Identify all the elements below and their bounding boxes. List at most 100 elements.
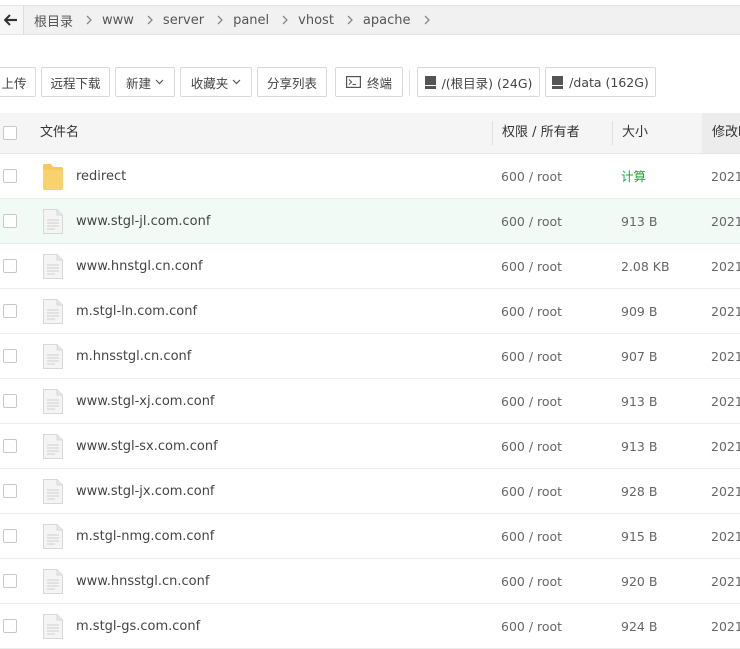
breadcrumb-item[interactable]: apache <box>353 13 430 28</box>
file-permission[interactable]: 600 / root <box>501 379 562 424</box>
terminal-button[interactable]: 终端 <box>335 67 403 97</box>
table-row[interactable]: m.stgl-nmg.com.conf 600 / root 915 B 2021, <box>0 514 740 559</box>
breadcrumb-item[interactable]: server <box>153 13 223 28</box>
terminal-icon <box>345 76 361 88</box>
disk-root-button[interactable]: /(根目录) (24G) <box>417 67 540 97</box>
breadcrumb-item[interactable]: 根目录 <box>24 11 92 30</box>
file-permission[interactable]: 600 / root <box>501 469 562 514</box>
folder-icon <box>43 164 63 194</box>
row-checkbox[interactable] <box>3 259 17 273</box>
file-permission[interactable]: 600 / root <box>501 604 562 649</box>
file-size: 913 B <box>621 394 658 409</box>
table-row[interactable]: www.hnstgl.cn.conf 600 / root 2.08 KB 2021, <box>0 244 740 289</box>
column-header-perm[interactable]: 权限 / 所有者 <box>502 113 580 153</box>
file-name[interactable]: www.hnstgl.cn.conf <box>76 244 203 289</box>
file-icon <box>43 434 63 463</box>
file-modified: 2021, <box>711 214 740 229</box>
file-icon <box>43 389 63 418</box>
file-permission[interactable]: 600 / root <box>501 514 562 559</box>
table-row[interactable]: m.stgl-ln.com.conf 600 / root 909 B 2021, <box>0 289 740 334</box>
column-divider <box>612 121 613 145</box>
file-name[interactable]: m.stgl-gs.com.conf <box>76 604 200 649</box>
row-checkbox[interactable] <box>3 484 17 498</box>
file-modified: 2021, <box>711 394 740 409</box>
file-name[interactable]: www.stgl-xj.com.conf <box>76 379 215 424</box>
table-row[interactable]: www.stgl-jx.com.conf 600 / root 928 B 2021, <box>0 469 740 514</box>
remote-download-button[interactable]: 远程下载 <box>41 67 110 97</box>
file-size: 913 B <box>621 214 658 229</box>
column-header-size[interactable]: 大小 <box>622 113 648 153</box>
file-icon <box>43 479 63 508</box>
upload-button[interactable]: 上传 <box>0 67 36 97</box>
favorites-button[interactable]: 收藏夹 <box>180 67 252 97</box>
disk-icon <box>552 75 564 89</box>
row-checkbox[interactable] <box>3 529 17 543</box>
file-modified: 2021, <box>711 349 740 364</box>
table-row[interactable]: redirect 600 / root 计算 2021, <box>0 154 740 199</box>
calc-size-link[interactable]: 计算 <box>621 154 646 199</box>
chevron-down-icon <box>232 79 241 85</box>
file-name[interactable]: redirect <box>76 154 126 199</box>
table-header: 文件名 权限 / 所有者 大小 修改时 <box>0 113 740 154</box>
file-name[interactable]: www.stgl-jl.com.conf <box>76 199 210 244</box>
file-modified: 2021, <box>711 529 740 544</box>
column-header-name[interactable]: 文件名 <box>40 113 79 153</box>
column-divider <box>492 121 493 145</box>
file-permission[interactable]: 600 / root <box>501 199 562 244</box>
file-icon <box>43 524 63 553</box>
file-permission[interactable]: 600 / root <box>501 424 562 469</box>
back-button[interactable] <box>0 6 22 34</box>
file-name[interactable]: m.hnsstgl.cn.conf <box>76 334 191 379</box>
table-row[interactable]: www.stgl-sx.com.conf 600 / root 913 B 2021, <box>0 424 740 469</box>
file-permission[interactable]: 600 / root <box>501 154 562 199</box>
file-modified: 2021, <box>711 619 740 634</box>
file-size: 909 B <box>621 304 658 319</box>
chevron-down-icon <box>155 79 164 85</box>
select-all-checkbox[interactable] <box>3 126 17 140</box>
file-modified: 2021, <box>711 439 740 454</box>
file-size: 928 B <box>621 484 658 499</box>
file-permission[interactable]: 600 / root <box>501 244 562 289</box>
file-name[interactable]: m.stgl-ln.com.conf <box>76 289 197 334</box>
table-row[interactable]: m.hnsstgl.cn.conf 600 / root 907 B 2021, <box>0 334 740 379</box>
file-modified: 2021, <box>711 574 740 589</box>
share-list-button[interactable]: 分享列表 <box>257 67 327 97</box>
toolbar: 上传 远程下载 新建 收藏夹 分享列表 终端 /(根目录) (24G) /dat… <box>0 67 740 99</box>
file-size: 924 B <box>621 619 658 634</box>
table-row[interactable]: m.stgl-gs.com.conf 600 / root 924 B 2021, <box>0 604 740 649</box>
table-row[interactable]: www.hnsstgl.cn.conf 600 / root 920 B 2021, <box>0 559 740 604</box>
row-checkbox[interactable] <box>3 439 17 453</box>
new-button[interactable]: 新建 <box>115 67 175 97</box>
breadcrumb-item[interactable]: www <box>92 13 153 28</box>
disk-icon <box>424 75 436 89</box>
row-checkbox[interactable] <box>3 304 17 318</box>
table-row[interactable]: www.stgl-jl.com.conf 600 / root 913 B 2021, <box>0 199 740 244</box>
file-size: 920 B <box>621 574 658 589</box>
row-checkbox[interactable] <box>3 619 17 633</box>
breadcrumb-item[interactable]: vhost <box>288 13 353 28</box>
breadcrumb: 根目录 www server panel vhost apache <box>23 6 740 34</box>
column-header-modified[interactable]: 修改时 <box>712 113 740 153</box>
row-checkbox[interactable] <box>3 349 17 363</box>
row-checkbox[interactable] <box>3 394 17 408</box>
arrow-left-icon <box>4 14 17 26</box>
file-icon <box>43 299 63 328</box>
disk-data-button[interactable]: /data (162G) <box>545 67 656 97</box>
file-permission[interactable]: 600 / root <box>501 334 562 379</box>
file-permission[interactable]: 600 / root <box>501 289 562 334</box>
file-icon <box>43 254 63 283</box>
table-row[interactable]: www.stgl-xj.com.conf 600 / root 913 B 2021, <box>0 379 740 424</box>
file-icon <box>43 344 63 373</box>
file-name[interactable]: www.stgl-jx.com.conf <box>76 469 215 514</box>
breadcrumb-item[interactable]: panel <box>223 13 289 28</box>
chevron-right-icon <box>424 15 430 25</box>
file-permission[interactable]: 600 / root <box>501 559 562 604</box>
file-name[interactable]: www.stgl-sx.com.conf <box>76 424 218 469</box>
row-checkbox[interactable] <box>3 574 17 588</box>
row-checkbox[interactable] <box>3 214 17 228</box>
file-modified: 2021, <box>711 169 740 184</box>
file-name[interactable]: m.stgl-nmg.com.conf <box>76 514 214 559</box>
row-checkbox[interactable] <box>3 169 17 183</box>
file-name[interactable]: www.hnsstgl.cn.conf <box>76 559 209 604</box>
file-modified: 2021, <box>711 259 740 274</box>
